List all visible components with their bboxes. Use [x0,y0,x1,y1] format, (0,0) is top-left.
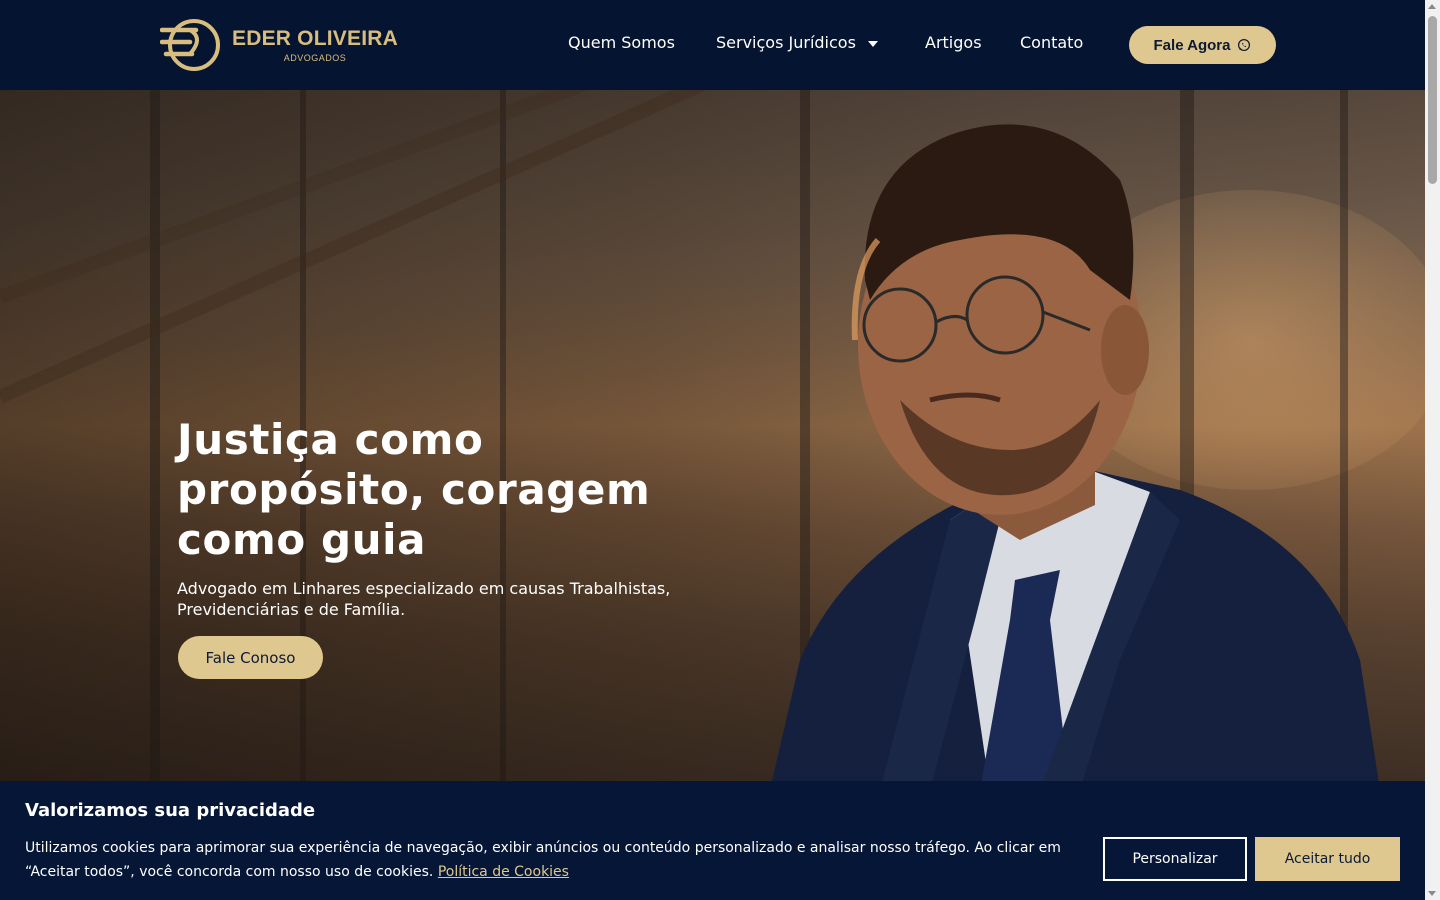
customize-cookies-button[interactable]: Personalizar [1103,837,1247,881]
nav-artigos[interactable]: Artigos [925,33,982,52]
vertical-scrollbar[interactable] [1425,0,1440,900]
nav-servicos-juridicos[interactable]: Serviços Jurídicos [716,33,878,52]
railing-line [0,90,752,404]
accept-all-cookies-button[interactable]: Aceitar tudo [1255,837,1400,881]
cookie-policy-link[interactable]: Política de Cookies [438,864,569,880]
scroll-down-arrow-icon[interactable] [1428,891,1436,896]
hero-subtitle: Advogado em Linhares especializado em ca… [177,579,671,619]
cookie-title: Valorizamos sua privacidade [25,800,316,821]
fale-conosco-button[interactable]: Fale Conoso [178,636,323,679]
scroll-up-arrow-icon[interactable] [1428,4,1436,9]
fale-agora-button[interactable]: Fale Agora [1129,26,1276,64]
hero-section: Justiça como propósito, coragem como gui… [0,90,1425,790]
logo-mark-icon [160,19,220,71]
hero-title: Justiça como propósito, coragem como gui… [177,415,651,564]
whatsapp-icon [1238,38,1251,52]
logo[interactable]: EDER OLIVEIRA ADVOGADOS [160,16,398,74]
cookie-banner: Valorizamos sua privacidade Utilizamos c… [0,781,1425,900]
scrollbar-thumb[interactable] [1428,16,1437,184]
nav-quem-somos[interactable]: Quem Somos [568,33,675,52]
cookie-text: Utilizamos cookies para aprimorar sua ex… [25,836,1085,884]
caret-down-icon [867,40,878,47]
site-header: EDER OLIVEIRA ADVOGADOS Quem Somos Servi… [0,0,1425,90]
lawyer-portrait-image [770,124,1380,790]
window-frame [150,90,160,790]
fale-agora-label: Fale Agora [1153,36,1231,54]
nav-contato[interactable]: Contato [1020,33,1083,52]
nav-servicos-label: Serviços Jurídicos [716,33,856,52]
logo-subtitle: ADVOGADOS [283,53,347,63]
railing-line [0,90,661,304]
logo-name: EDER OLIVEIRA [232,27,398,50]
